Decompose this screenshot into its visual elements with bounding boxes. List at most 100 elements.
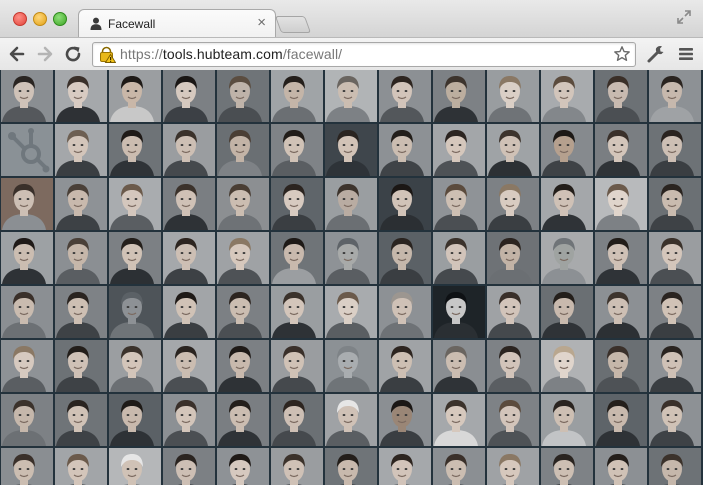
reload-icon[interactable] xyxy=(63,44,83,64)
face-photo-tile[interactable] xyxy=(163,70,215,122)
face-photo-tile[interactable] xyxy=(1,340,53,392)
face-photo-tile[interactable] xyxy=(487,286,539,338)
face-photo-tile[interactable] xyxy=(595,448,647,485)
back-arrow-icon[interactable] xyxy=(7,44,27,64)
face-photo-tile[interactable] xyxy=(55,394,107,446)
face-photo-tile[interactable] xyxy=(55,178,107,230)
face-photo-tile[interactable] xyxy=(109,232,161,284)
face-photo-tile[interactable] xyxy=(595,124,647,176)
face-photo-tile[interactable] xyxy=(217,70,269,122)
face-photo-tile[interactable] xyxy=(109,124,161,176)
window-zoom-button[interactable] xyxy=(53,12,67,26)
face-photo-tile[interactable] xyxy=(109,286,161,338)
wrench-icon[interactable] xyxy=(646,44,666,64)
face-photo-tile[interactable] xyxy=(109,394,161,446)
face-photo-tile[interactable] xyxy=(595,286,647,338)
tab-facewall[interactable]: Facewall × xyxy=(78,9,276,38)
face-photo-tile[interactable] xyxy=(379,70,431,122)
face-photo-tile[interactable] xyxy=(541,286,593,338)
face-photo-tile[interactable] xyxy=(649,232,701,284)
face-photo-tile[interactable] xyxy=(217,124,269,176)
face-photo-tile[interactable] xyxy=(163,232,215,284)
face-photo-tile[interactable] xyxy=(433,70,485,122)
face-photo-tile[interactable] xyxy=(163,286,215,338)
face-photo-tile[interactable] xyxy=(217,286,269,338)
face-photo-tile[interactable] xyxy=(595,394,647,446)
face-photo-tile[interactable] xyxy=(163,448,215,485)
address-bar[interactable]: https://tools.hubteam.com/facewall/ xyxy=(92,42,636,67)
face-photo-tile[interactable] xyxy=(649,394,701,446)
face-photo-tile[interactable] xyxy=(217,340,269,392)
face-photo-tile[interactable] xyxy=(325,448,377,485)
face-photo-tile[interactable] xyxy=(595,70,647,122)
face-photo-tile[interactable] xyxy=(271,178,323,230)
face-photo-tile[interactable] xyxy=(649,448,701,485)
face-photo-tile[interactable] xyxy=(55,340,107,392)
face-photo-tile[interactable] xyxy=(487,394,539,446)
face-photo-tile[interactable] xyxy=(595,178,647,230)
face-photo-tile[interactable] xyxy=(379,394,431,446)
face-photo-tile[interactable] xyxy=(325,232,377,284)
face-photo-tile[interactable] xyxy=(433,124,485,176)
face-photo-tile[interactable] xyxy=(1,70,53,122)
new-tab-button[interactable] xyxy=(274,16,312,33)
face-photo-tile[interactable] xyxy=(325,70,377,122)
face-photo-tile[interactable] xyxy=(271,232,323,284)
face-photo-tile[interactable] xyxy=(109,178,161,230)
face-photo-tile[interactable] xyxy=(433,448,485,485)
face-photo-tile[interactable] xyxy=(541,394,593,446)
face-photo-tile[interactable] xyxy=(649,124,701,176)
face-photo-tile[interactable] xyxy=(541,70,593,122)
face-photo-tile[interactable] xyxy=(271,286,323,338)
face-photo-tile[interactable] xyxy=(325,124,377,176)
face-photo-tile[interactable] xyxy=(379,178,431,230)
face-photo-tile[interactable] xyxy=(595,340,647,392)
face-photo-tile[interactable] xyxy=(487,232,539,284)
fullscreen-icon[interactable] xyxy=(676,9,692,25)
face-photo-tile[interactable] xyxy=(325,340,377,392)
face-photo-tile[interactable] xyxy=(271,448,323,485)
face-photo-tile[interactable] xyxy=(379,286,431,338)
face-photo-tile[interactable] xyxy=(649,340,701,392)
face-photo-tile[interactable] xyxy=(163,394,215,446)
face-photo-tile[interactable] xyxy=(541,340,593,392)
face-photo-tile[interactable] xyxy=(1,286,53,338)
face-photo-tile[interactable] xyxy=(271,394,323,446)
face-photo-tile[interactable] xyxy=(541,124,593,176)
face-photo-tile[interactable] xyxy=(1,394,53,446)
face-photo-tile[interactable] xyxy=(109,340,161,392)
face-photo-tile[interactable] xyxy=(271,70,323,122)
face-photo-tile[interactable] xyxy=(487,124,539,176)
tab-close-button[interactable]: × xyxy=(257,14,266,32)
face-photo-tile[interactable] xyxy=(595,232,647,284)
face-photo-tile[interactable] xyxy=(325,178,377,230)
window-close-button[interactable] xyxy=(13,12,27,26)
face-photo-tile[interactable] xyxy=(379,124,431,176)
face-photo-tile[interactable] xyxy=(541,448,593,485)
face-photo-tile[interactable] xyxy=(433,340,485,392)
window-minimize-button[interactable] xyxy=(33,12,47,26)
menu-icon[interactable] xyxy=(677,45,695,63)
face-photo-tile[interactable] xyxy=(55,124,107,176)
face-photo-tile[interactable] xyxy=(433,178,485,230)
face-photo-tile[interactable] xyxy=(271,124,323,176)
face-photo-tile[interactable] xyxy=(271,340,323,392)
face-photo-tile[interactable] xyxy=(649,70,701,122)
face-photo-tile[interactable] xyxy=(163,178,215,230)
face-photo-tile[interactable] xyxy=(1,178,53,230)
face-photo-tile[interactable] xyxy=(217,394,269,446)
face-photo-tile[interactable] xyxy=(433,286,485,338)
face-photo-tile[interactable] xyxy=(541,232,593,284)
forward-arrow-icon[interactable] xyxy=(35,44,55,64)
face-photo-tile[interactable] xyxy=(163,124,215,176)
face-photo-tile[interactable] xyxy=(163,340,215,392)
face-photo-tile[interactable] xyxy=(109,448,161,485)
face-photo-tile[interactable] xyxy=(433,232,485,284)
face-photo-tile[interactable] xyxy=(55,448,107,485)
warning-lock-icon[interactable] xyxy=(99,46,116,63)
face-photo-tile[interactable] xyxy=(55,232,107,284)
face-photo-tile[interactable] xyxy=(649,286,701,338)
face-photo-tile[interactable] xyxy=(325,394,377,446)
face-photo-tile[interactable] xyxy=(379,340,431,392)
face-photo-tile[interactable] xyxy=(109,70,161,122)
